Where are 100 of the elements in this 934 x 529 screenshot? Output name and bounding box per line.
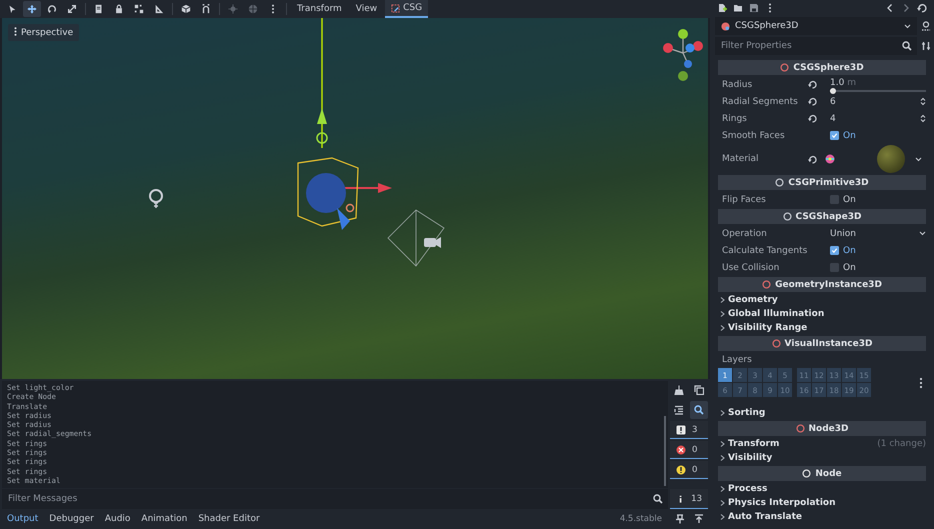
filter-messages-field[interactable]: Filter Messages (2, 489, 668, 509)
shader-ball-icon (825, 154, 835, 164)
broom-icon (674, 385, 684, 395)
operation-dropdown[interactable]: Union (825, 228, 926, 238)
move-arrows-icon[interactable] (23, 1, 41, 17)
property-group[interactable]: Sorting (718, 406, 926, 420)
group-title: Geometry (728, 295, 778, 305)
section-title: Node (815, 468, 842, 478)
property-label: Operation (721, 228, 768, 238)
up-down-arrows-icon (920, 97, 926, 106)
property-group[interactable]: Visibility Range (718, 321, 926, 335)
more-icon (14, 27, 17, 36)
message-filter-button[interactable]: 0 (670, 441, 708, 459)
object-pick-button[interactable] (920, 20, 932, 32)
message-filter-button[interactable]: 13 (670, 489, 708, 509)
section-title: CSGSphere3D (793, 62, 864, 72)
axis-orientation-drawing (660, 26, 706, 82)
menu-button[interactable]: Transform (291, 4, 348, 14)
group-title: Auto Translate (728, 512, 802, 522)
chevron-icon (720, 410, 725, 416)
property-label: Radial Segments (721, 96, 799, 106)
filter-properties-field[interactable]: Filter Properties (715, 37, 917, 55)
menu-button[interactable]: View (350, 4, 384, 14)
property-label: Flip Faces (721, 194, 767, 204)
sphere-node-icon (721, 22, 730, 30)
history-icon (917, 3, 927, 13)
chevron-icon (720, 311, 725, 317)
revert-icon[interactable] (808, 80, 817, 89)
revert-icon[interactable] (808, 114, 817, 123)
panel-tab[interactable]: Output (2, 514, 44, 524)
slider-handle[interactable] (830, 88, 836, 94)
object-pick-icon (921, 21, 931, 31)
search-toggle-button[interactable] (690, 401, 708, 419)
checkbox[interactable] (830, 131, 839, 140)
filter-options-button[interactable] (920, 40, 932, 52)
chevron-icon (720, 500, 725, 506)
group-title: Physics Interpolation (728, 498, 836, 508)
property-group[interactable]: Geometry (718, 293, 926, 307)
new-resource-icon (717, 3, 727, 13)
group-title: Visibility (728, 453, 772, 463)
checkbox[interactable] (830, 195, 839, 204)
property-group[interactable]: Process (718, 482, 926, 496)
message-filter-button[interactable]: 3 (670, 421, 708, 439)
copy-icon (694, 385, 704, 395)
history-button[interactable] (916, 2, 928, 14)
chevron-icon (720, 455, 725, 461)
slider-value: 1.0 m (830, 78, 857, 88)
property-label: Radius (721, 80, 754, 90)
property-group[interactable]: Physics Interpolation (718, 496, 926, 510)
more-icon[interactable] (918, 376, 924, 388)
checkbox[interactable] (830, 263, 839, 272)
section-title: GeometryInstance3D (775, 280, 882, 290)
up-down-arrows-icon (920, 114, 926, 123)
number-spinbox[interactable]: 6 (825, 96, 926, 106)
node-selector[interactable]: CSGSphere3D (715, 17, 917, 35)
property-group[interactable]: Transform (1 change) (718, 437, 926, 451)
forward-icon (901, 3, 911, 13)
chevron-icon (720, 514, 725, 520)
message-filter-button[interactable]: 0 (670, 461, 708, 479)
revert-icon[interactable] (808, 97, 817, 106)
panel-tab[interactable]: Audio (100, 514, 136, 524)
revert-icon[interactable] (808, 154, 817, 164)
camera-frustum-icon (386, 208, 446, 268)
material-preview-sphere[interactable] (877, 145, 905, 173)
expand-icon (694, 514, 704, 524)
chevron-icon (720, 297, 725, 303)
dropdown-caret-icon (904, 22, 911, 30)
chevron-icon (720, 486, 725, 492)
error-icon (676, 444, 686, 454)
warning-icon (676, 464, 686, 474)
editor-tab[interactable]: CSG (385, 0, 428, 18)
checkbox-label: On (843, 262, 856, 272)
group-title: Visibility Range (728, 323, 808, 333)
group-title: Sorting (728, 408, 766, 418)
search-icon (694, 405, 704, 415)
property-group[interactable]: Auto Translate (718, 510, 926, 524)
checkbox[interactable] (830, 246, 839, 255)
filter-options-icon (921, 41, 931, 51)
panel-tab[interactable]: Animation (136, 514, 192, 524)
perspective-menu-button[interactable]: Perspective (8, 24, 80, 41)
save-button[interactable] (748, 2, 760, 14)
property-group[interactable]: Global Illumination (718, 307, 926, 321)
number-spinbox[interactable]: 4 (825, 114, 926, 124)
version-label: 4.5.stable (620, 514, 662, 524)
chevron-icon (720, 441, 725, 447)
property-label: Material (721, 154, 760, 164)
section-title: Node3D (808, 424, 848, 434)
panel-tab[interactable]: Debugger (44, 514, 99, 524)
property-label: Layers (721, 354, 753, 367)
csg-icon (391, 4, 400, 12)
search-icon (902, 41, 912, 51)
new-resource-button[interactable] (716, 2, 728, 14)
property-group[interactable]: Visibility (718, 451, 926, 465)
panel-tab[interactable]: Shader Editor (193, 514, 265, 524)
dropdown-caret-icon[interactable] (915, 156, 922, 162)
chevron-icon (720, 325, 725, 331)
change-note: (1 change) (877, 439, 926, 449)
section-title: CSGPrimitive3D (788, 178, 869, 188)
open-folder-button[interactable] (732, 2, 744, 14)
pin-icon (675, 514, 685, 524)
